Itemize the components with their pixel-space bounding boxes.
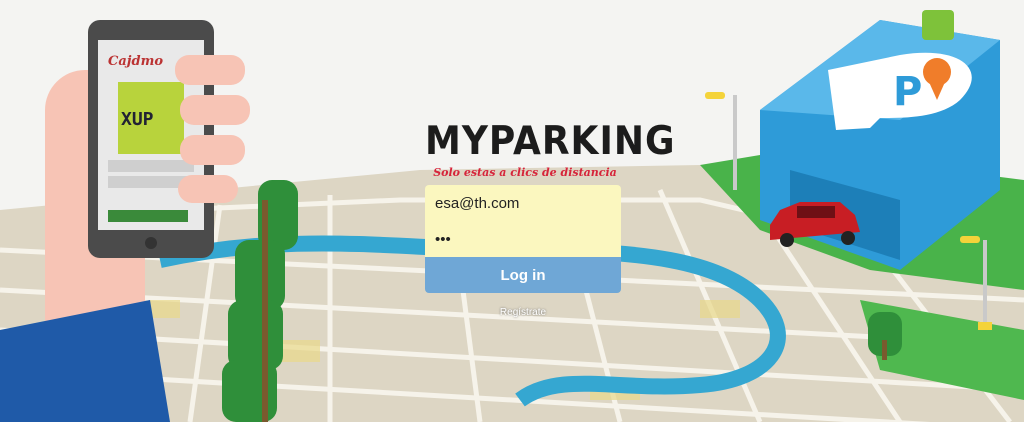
register-link[interactable]: Regístrate bbox=[425, 307, 621, 318]
login-button[interactable]: Log in bbox=[425, 257, 621, 293]
login-panel: MYPARKING Solo estas a clics de distanci… bbox=[425, 118, 676, 318]
email-input[interactable] bbox=[425, 185, 621, 221]
svg-text:Cajdmo: Cajdmo bbox=[108, 54, 163, 69]
app-tagline: Solo estas a clics de distancia bbox=[433, 166, 617, 179]
password-input[interactable] bbox=[425, 221, 621, 257]
svg-text:XUP: XUP bbox=[121, 109, 154, 130]
app-logo: MYPARKING bbox=[425, 118, 676, 164]
svg-text:P: P bbox=[893, 69, 922, 115]
